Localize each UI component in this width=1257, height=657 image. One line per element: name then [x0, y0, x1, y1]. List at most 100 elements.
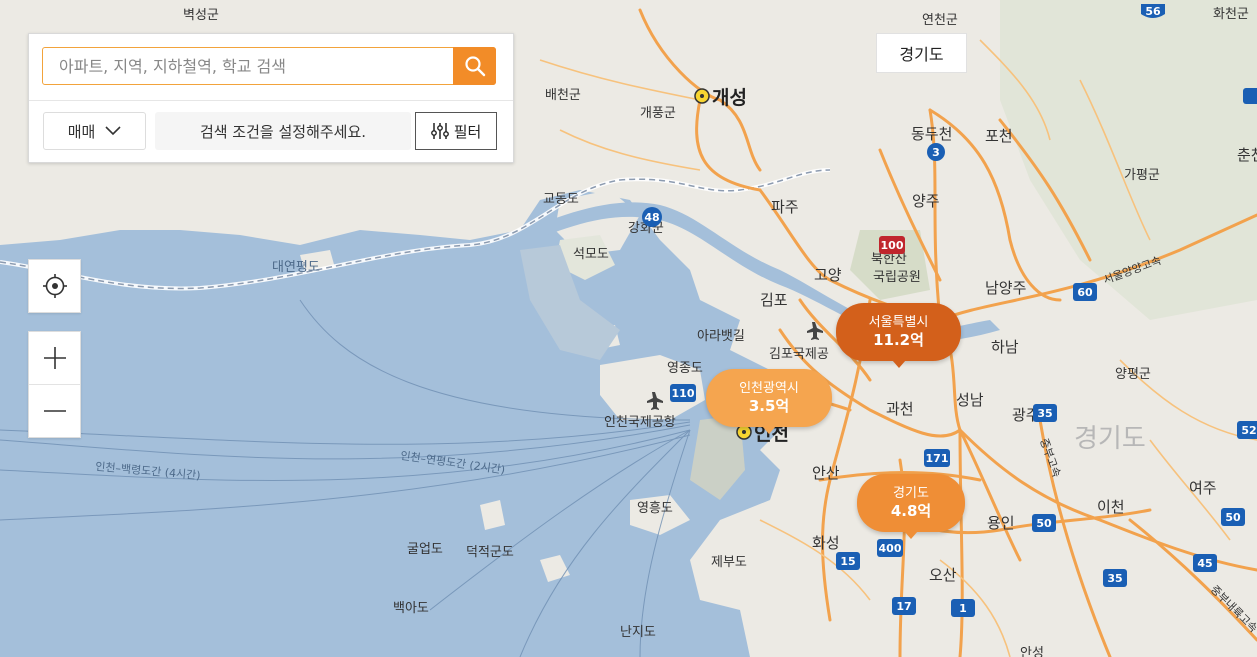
svg-text:50: 50	[1036, 517, 1052, 530]
svg-text:양주: 양주	[912, 192, 940, 210]
road-shield-1: 1	[951, 599, 975, 617]
svg-text:난지도: 난지도	[620, 625, 656, 640]
svg-text:춘천: 춘천	[1237, 146, 1257, 164]
road-shield-56: 56	[1141, 4, 1165, 18]
svg-text:안성: 안성	[1020, 646, 1044, 657]
road-shield-110: 110	[670, 384, 696, 402]
svg-text:굴업도: 굴업도	[407, 542, 443, 557]
svg-text:과천: 과천	[886, 400, 914, 418]
svg-text:동두천: 동두천	[911, 125, 952, 143]
svg-text:아라뱃길: 아라뱃길	[697, 329, 745, 344]
zoom-in-icon	[43, 347, 66, 369]
svg-text:1: 1	[959, 602, 967, 615]
road-shield-48: 48	[642, 207, 662, 227]
svg-text:45: 45	[1197, 557, 1212, 570]
svg-text:35: 35	[1037, 407, 1052, 420]
svg-text:배천군: 배천군	[545, 88, 581, 103]
zoom-out-icon	[43, 410, 66, 412]
price-marker-gyeonggi[interactable]: 경기도 4.8억	[857, 474, 965, 539]
marker-region-name: 인천광역시	[739, 380, 799, 396]
svg-text:석모도: 석모도	[573, 247, 609, 262]
svg-text:북한산: 북한산	[871, 252, 907, 267]
svg-text:양평군: 양평군	[1115, 367, 1151, 382]
svg-text:백아도: 백아도	[393, 601, 429, 616]
search-condition-button[interactable]: 검색 조건을 설정해주세요.	[155, 112, 411, 150]
svg-text:김포국제공: 김포국제공	[769, 347, 829, 362]
svg-text:제부도: 제부도	[711, 555, 747, 570]
svg-text:3: 3	[932, 146, 940, 159]
svg-text:화천군: 화천군	[1213, 7, 1249, 22]
svg-text:이천: 이천	[1097, 498, 1125, 516]
current-region-chip: 경기도	[876, 33, 967, 73]
road-shield-52: 52	[1237, 421, 1257, 439]
road-shield-171: 171	[924, 449, 950, 467]
svg-text:110: 110	[672, 387, 695, 400]
svg-text:국립공원: 국립공원	[873, 270, 921, 285]
filter-button[interactable]: 필터	[415, 112, 497, 150]
svg-text:고양: 고양	[814, 266, 842, 284]
marker-price: 4.8억	[890, 501, 932, 520]
search-input[interactable]	[43, 48, 453, 84]
svg-text:171: 171	[926, 452, 949, 465]
road-shield-3: 3	[927, 143, 945, 161]
road-shield-17: 17	[892, 597, 916, 615]
deal-type-label: 매매	[67, 122, 96, 141]
panel-divider	[29, 100, 513, 101]
svg-text:용인: 용인	[987, 514, 1015, 532]
svg-text:개풍군: 개풍군	[640, 106, 676, 121]
price-marker-incheon[interactable]: 인천광역시 3.5억	[706, 369, 832, 434]
svg-text:400: 400	[879, 542, 902, 555]
svg-text:60: 60	[1077, 286, 1093, 299]
price-marker-seoul[interactable]: 서울특별시 11.2억	[836, 303, 961, 368]
svg-text:개성: 개성	[712, 87, 747, 109]
svg-text:여주: 여주	[1189, 479, 1217, 497]
marker-region-name: 서울특별시	[868, 314, 929, 330]
svg-text:56: 56	[1145, 5, 1161, 18]
road-shield-45: 45	[1193, 554, 1217, 572]
svg-text:벽성군: 벽성군	[183, 8, 219, 23]
road-shield-60: 60	[1073, 283, 1097, 301]
svg-text:경기도: 경기도	[1074, 424, 1146, 454]
filter-label: 필터	[453, 122, 482, 141]
search-button[interactable]	[453, 47, 496, 85]
svg-text:오산: 오산	[929, 566, 957, 584]
svg-text:52: 52	[1241, 424, 1256, 437]
road-shield-400: 400	[877, 539, 903, 557]
svg-text:파주: 파주	[771, 198, 799, 216]
road-shield-15: 15	[836, 552, 860, 570]
svg-text:연천군: 연천군	[922, 13, 958, 28]
svg-text:가평군: 가평군	[1124, 168, 1160, 183]
svg-text:인천국제공항: 인천국제공항	[604, 415, 676, 430]
current-region-label: 경기도	[899, 45, 944, 64]
svg-text:48: 48	[644, 211, 659, 224]
locate-button[interactable]	[29, 260, 80, 312]
svg-text:15: 15	[840, 555, 855, 568]
locate-icon	[42, 274, 67, 298]
road-shield-50b: 50	[1221, 508, 1245, 526]
svg-text:남양주: 남양주	[985, 279, 1026, 297]
chevron-down-icon	[105, 126, 121, 136]
road-shield-50: 50	[1032, 514, 1056, 532]
svg-text:교동도: 교동도	[543, 192, 579, 207]
locate-control	[28, 259, 81, 313]
svg-text:35: 35	[1107, 572, 1122, 585]
svg-text:성남: 성남	[956, 391, 984, 409]
marker-price: 3.5억	[748, 396, 790, 415]
svg-text:대연평도: 대연평도	[272, 260, 320, 275]
svg-text:안산: 안산	[812, 464, 840, 482]
search-panel: 매매 검색 조건을 설정해주세요. 필터	[28, 33, 514, 163]
search-box	[42, 47, 496, 85]
search-condition-label: 검색 조건을 설정해주세요.	[199, 122, 367, 141]
svg-text:화성: 화성	[812, 534, 840, 552]
svg-text:영종도: 영종도	[667, 361, 703, 376]
svg-text:덕적군도: 덕적군도	[466, 545, 514, 560]
svg-text:17: 17	[896, 600, 911, 613]
svg-text:김포: 김포	[760, 291, 788, 309]
deal-type-select[interactable]: 매매	[43, 112, 146, 150]
zoom-out-button[interactable]	[29, 385, 80, 437]
zoom-control	[28, 331, 81, 438]
filter-sliders-icon	[430, 123, 449, 139]
marker-price: 11.2억	[873, 330, 924, 349]
svg-text:50: 50	[1225, 511, 1241, 524]
zoom-in-button[interactable]	[29, 332, 80, 384]
